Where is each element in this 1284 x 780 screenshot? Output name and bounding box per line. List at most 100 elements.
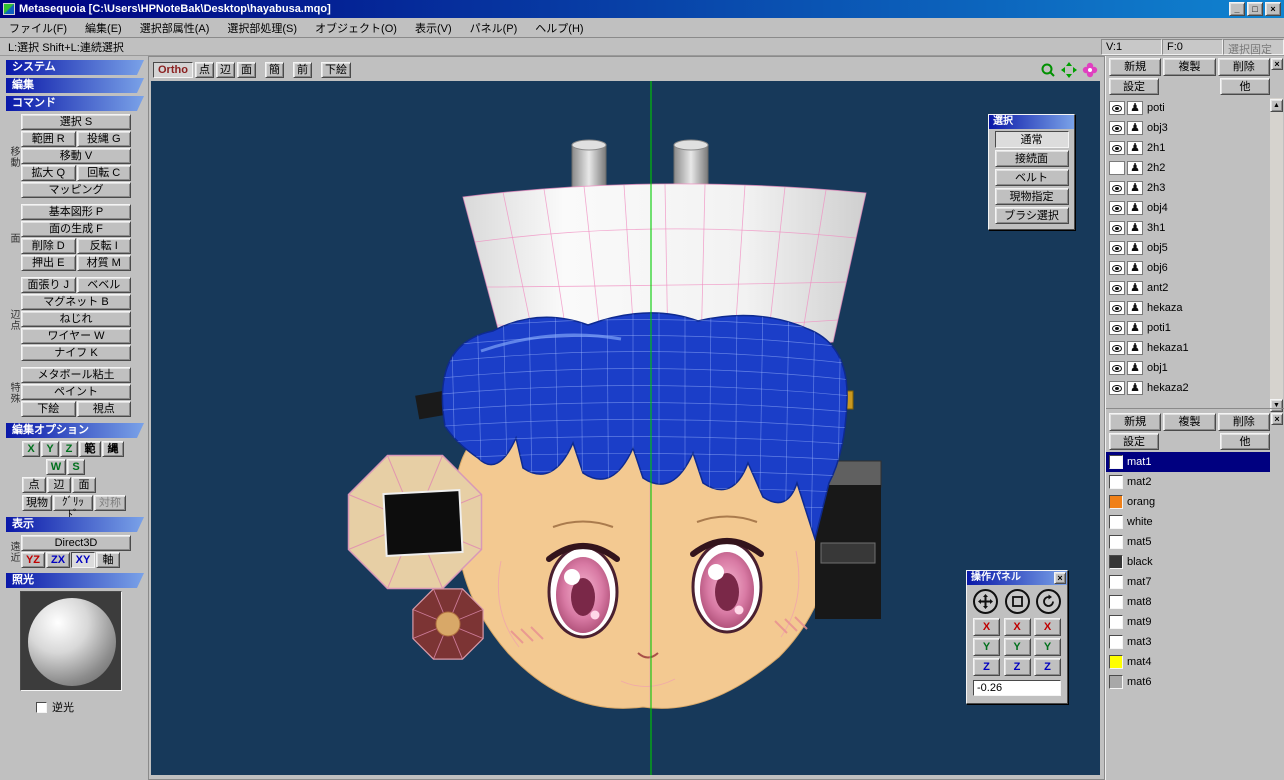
select-belt-button[interactable]: ベルト bbox=[994, 169, 1069, 186]
object-type-icon[interactable]: ♟ bbox=[1127, 361, 1143, 375]
cmd-face-bridge[interactable]: 面張り J bbox=[21, 277, 76, 293]
front-view-button[interactable]: 前 bbox=[292, 62, 312, 78]
object-row[interactable]: ♟ hekaza1 bbox=[1109, 338, 1270, 358]
object-name[interactable]: obj1 bbox=[1145, 362, 1168, 374]
visibility-eye-icon[interactable] bbox=[1109, 201, 1125, 215]
visibility-eye-icon[interactable] bbox=[1109, 261, 1125, 275]
select-normal-button[interactable]: 通常 bbox=[994, 131, 1069, 148]
object-name[interactable]: poti1 bbox=[1145, 322, 1171, 334]
material-row[interactable]: orang bbox=[1106, 492, 1270, 512]
cmd-underlay[interactable]: 下絵 bbox=[21, 401, 76, 417]
object-name[interactable]: 2h3 bbox=[1145, 182, 1165, 194]
menu-help[interactable]: ヘルプ(H) bbox=[526, 17, 592, 39]
3d-model[interactable] bbox=[151, 81, 1100, 775]
visibility-eye-icon[interactable] bbox=[1109, 181, 1125, 195]
operation-panel-title[interactable]: 操作パネル bbox=[967, 571, 1067, 585]
object-type-icon[interactable]: ♟ bbox=[1127, 101, 1143, 115]
visibility-eye-icon[interactable] bbox=[1109, 281, 1125, 295]
material-swatch[interactable] bbox=[1109, 555, 1123, 569]
visibility-eye-icon[interactable] bbox=[1109, 301, 1125, 315]
current-only-toggle[interactable]: 現物 bbox=[22, 495, 52, 511]
object-name[interactable]: 2h2 bbox=[1145, 162, 1165, 174]
material-swatch[interactable] bbox=[1109, 675, 1123, 689]
axis-display-button[interactable]: 軸 bbox=[96, 552, 120, 568]
menu-edit[interactable]: 編集(E) bbox=[76, 17, 131, 39]
scale-y-button[interactable]: Y bbox=[1003, 638, 1031, 656]
material-swatch[interactable] bbox=[1109, 635, 1123, 649]
cmd-mapping[interactable]: マッピング bbox=[21, 182, 131, 198]
object-delete-button[interactable]: 削除 bbox=[1217, 58, 1270, 76]
screen-toggle[interactable]: S bbox=[67, 459, 85, 475]
object-list-scrollbar[interactable]: ▲ ▼ bbox=[1270, 98, 1283, 412]
material-name[interactable]: mat8 bbox=[1127, 596, 1151, 608]
renderer-button[interactable]: Direct3D bbox=[21, 535, 131, 551]
visibility-eye-icon[interactable] bbox=[1109, 161, 1125, 175]
view-xy-button[interactable]: XY bbox=[71, 552, 95, 568]
cmd-invert[interactable]: 反転 I bbox=[76, 238, 131, 254]
rotate-y-button[interactable]: Y bbox=[1034, 638, 1061, 656]
operation-value-field[interactable]: -0.26 bbox=[973, 680, 1061, 696]
visibility-eye-icon[interactable] bbox=[1109, 221, 1125, 235]
material-name[interactable]: mat3 bbox=[1127, 636, 1151, 648]
symmetry-toggle[interactable]: 対称 bbox=[94, 495, 126, 511]
material-name[interactable]: orang bbox=[1127, 496, 1155, 508]
cmd-lasso[interactable]: 投縄 G bbox=[76, 131, 131, 147]
close-button[interactable]: × bbox=[1265, 2, 1281, 16]
object-name[interactable]: hekaza2 bbox=[1145, 382, 1189, 394]
light-preview-sphere[interactable] bbox=[20, 591, 122, 691]
lasso-toggle[interactable]: 縄 bbox=[102, 441, 124, 457]
scroll-up-icon[interactable]: ▲ bbox=[1270, 99, 1283, 112]
object-row[interactable]: ♟ obj5 bbox=[1109, 238, 1270, 258]
grid-snap-toggle[interactable]: ｸﾞﾘｯﾄﾞ bbox=[53, 495, 93, 521]
rotate-view-icon[interactable] bbox=[1082, 62, 1098, 78]
range-toggle[interactable]: 範 bbox=[79, 441, 101, 457]
selection-panel-title[interactable]: 選択 bbox=[989, 115, 1074, 129]
material-swatch[interactable] bbox=[1109, 615, 1123, 629]
menu-panel[interactable]: パネル(P) bbox=[461, 17, 527, 39]
object-row[interactable]: ♟ poti bbox=[1109, 98, 1270, 118]
scale-x-button[interactable]: X bbox=[1003, 618, 1031, 636]
select-current-object-button[interactable]: 現物指定 bbox=[994, 188, 1069, 205]
light-sphere[interactable] bbox=[28, 598, 116, 686]
rotate-tool-icon[interactable] bbox=[1036, 589, 1061, 614]
object-type-icon[interactable]: ♟ bbox=[1127, 281, 1143, 295]
material-row[interactable]: mat9 bbox=[1106, 612, 1270, 632]
object-type-icon[interactable]: ♟ bbox=[1127, 121, 1143, 135]
edit-options-header[interactable]: 編集オプション bbox=[6, 423, 144, 438]
select-brush-button[interactable]: ブラシ選択 bbox=[994, 207, 1069, 224]
material-row[interactable]: mat4 bbox=[1106, 652, 1270, 672]
object-row[interactable]: ♟ obj6 bbox=[1109, 258, 1270, 278]
selection-lock-label[interactable]: 選択固定 bbox=[1223, 39, 1284, 56]
lighting-header[interactable]: 照光 bbox=[6, 573, 144, 588]
maximize-button[interactable]: □ bbox=[1247, 2, 1263, 16]
zoom-icon[interactable] bbox=[1040, 62, 1056, 78]
material-row[interactable]: mat3 bbox=[1106, 632, 1270, 652]
material-name[interactable]: mat2 bbox=[1127, 476, 1151, 488]
material-row[interactable]: mat2 bbox=[1106, 472, 1270, 492]
cmd-paint[interactable]: ペイント bbox=[21, 384, 131, 400]
material-name[interactable]: white bbox=[1127, 516, 1153, 528]
material-duplicate-button[interactable]: 複製 bbox=[1163, 413, 1216, 431]
move-tool-icon[interactable] bbox=[973, 589, 998, 614]
material-settings-button[interactable]: 設定 bbox=[1109, 433, 1159, 450]
rotate-x-button[interactable]: X bbox=[1034, 618, 1061, 636]
projection-mode-label[interactable]: Ortho bbox=[153, 62, 193, 78]
object-type-icon[interactable]: ♟ bbox=[1127, 201, 1143, 215]
object-name[interactable]: obj3 bbox=[1145, 122, 1168, 134]
object-name[interactable]: ant2 bbox=[1145, 282, 1168, 294]
edge-toggle[interactable]: 辺 bbox=[47, 477, 71, 493]
object-new-button[interactable]: 新規 bbox=[1109, 58, 1162, 76]
material-swatch[interactable] bbox=[1109, 575, 1123, 589]
material-row[interactable]: mat6 bbox=[1106, 672, 1270, 692]
object-name[interactable]: hekaza bbox=[1145, 302, 1182, 314]
move-z-button[interactable]: Z bbox=[973, 658, 1000, 676]
rotate-z-button[interactable]: Z bbox=[1034, 658, 1061, 676]
visibility-eye-icon[interactable] bbox=[1109, 121, 1125, 135]
show-faces-button[interactable]: 面 bbox=[236, 62, 256, 78]
material-name[interactable]: mat5 bbox=[1127, 536, 1151, 548]
underlay-button[interactable]: 下絵 bbox=[320, 62, 351, 78]
visibility-eye-icon[interactable] bbox=[1109, 241, 1125, 255]
material-row[interactable]: white bbox=[1106, 512, 1270, 532]
object-other-button[interactable]: 他 bbox=[1220, 78, 1270, 95]
material-swatch[interactable] bbox=[1109, 495, 1123, 509]
